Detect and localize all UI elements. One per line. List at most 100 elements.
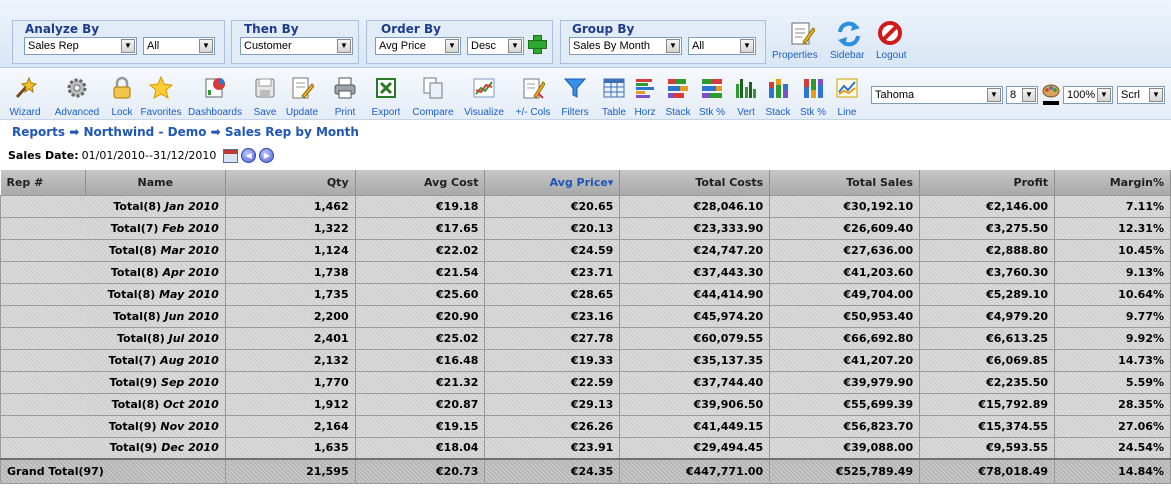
table-row[interactable]: Total(7) Aug 2010 2,132 €16.48 €19.33 €35,13… <box>0 348 1171 372</box>
grand-total-margin: 14.84% <box>1054 458 1171 484</box>
toolbar-button-stack[interactable]: Stack <box>661 76 695 118</box>
group-by-select[interactable]: Sales By Month ▼ <box>569 37 682 55</box>
then-by-select[interactable]: Customer ▼ <box>240 37 353 55</box>
stacked-bar-icon <box>668 79 688 98</box>
order-direction-select[interactable]: Desc ▼ <box>467 37 524 55</box>
cell-avg-price: €20.65 <box>484 194 621 218</box>
row-period-cell[interactable]: Total(8) Apr 2010 <box>0 260 226 284</box>
toolbar-button-update[interactable]: Update <box>282 76 322 118</box>
column-header[interactable]: Total Costs <box>619 170 771 195</box>
row-period-cell[interactable]: Total(8) May 2010 <box>0 282 226 306</box>
column-header[interactable]: Profit <box>919 170 1056 195</box>
row-total-count: Total(8) <box>113 199 162 213</box>
previous-period-icon[interactable]: ◀ <box>241 148 257 163</box>
toolbar-label: Stack <box>765 107 791 118</box>
column-header[interactable]: Name <box>85 170 226 195</box>
font-family-select[interactable]: Tahoma ▼ <box>871 86 1003 104</box>
cell-avg-cost: €18.04 <box>354 436 486 460</box>
breadcrumb-northwind-demo[interactable]: Northwind - Demo <box>83 125 206 139</box>
toolbar-button-horizontal[interactable]: Horz <box>629 76 661 118</box>
table-row[interactable]: Total(9) Sep 2010 1,770 €21.32 €22.59 €37,74… <box>0 370 1171 394</box>
table-row[interactable]: Total(8) Jan 2010 1,462 €19.18 €20.65 €28,04… <box>0 194 1171 218</box>
column-header[interactable]: Rep # <box>0 170 86 195</box>
properties-link[interactable]: Properties <box>772 50 818 61</box>
table-row[interactable]: Total(7) Feb 2010 1,322 €17.65 €20.13 €23,33… <box>0 216 1171 240</box>
table-row[interactable]: Total(8) Jun 2010 2,200 €20.90 €23.16 €45,97… <box>0 304 1171 328</box>
row-total-count: Total(8) <box>117 331 165 345</box>
column-header[interactable]: Avg Cost <box>355 170 486 195</box>
table-row[interactable]: Total(8) May 2010 1,735 €25.60 €28.65 €44,41… <box>0 282 1171 306</box>
cell-total-sales: €26,609.40 <box>769 216 921 240</box>
row-period-cell[interactable]: Total(7) Aug 2010 <box>0 348 226 372</box>
order-by-select[interactable]: Avg Price ▼ <box>375 37 461 55</box>
sidebar-link[interactable]: Sidebar <box>830 50 864 61</box>
save-icon <box>255 78 275 98</box>
cell-margin: 27.06% <box>1054 414 1171 438</box>
column-header[interactable]: Margin% <box>1054 170 1171 195</box>
cell-margin: 10.45% <box>1054 238 1171 262</box>
toolbar-button-advanced[interactable]: Advanced <box>52 76 102 118</box>
breadcrumb-reports[interactable]: Reports <box>12 125 65 139</box>
column-header[interactable]: Avg Price▾ <box>484 170 621 195</box>
breadcrumb-sales-rep-by-month[interactable]: Sales Rep by Month <box>225 125 359 139</box>
toolbar-button-dashboards[interactable]: Dashboards <box>186 76 244 118</box>
table-row[interactable]: Total(8) Oct 2010 1,912 €20.87 €29.13 €39,90… <box>0 392 1171 416</box>
row-period-cell[interactable]: Total(7) Feb 2010 <box>0 216 226 240</box>
analyze-by-select[interactable]: Sales Rep ▼ <box>24 37 137 55</box>
table-row[interactable]: Total(8) Apr 2010 1,738 €21.54 €23.71 €37,44… <box>0 260 1171 284</box>
toolbar-button-stack-column-percent[interactable]: Stk % <box>795 76 831 118</box>
toolbar-label: Wizard <box>9 107 41 118</box>
update-icon <box>292 77 314 99</box>
toolbar-button-compare[interactable]: Compare <box>408 76 458 118</box>
table-row[interactable]: Total(8) Jul 2010 2,401 €25.02 €27.78 €60,07… <box>0 326 1171 350</box>
logout-icon[interactable] <box>877 20 903 48</box>
zoom-select[interactable]: 100% ▼ <box>1063 86 1113 104</box>
toolbar-button-vertical[interactable]: Vert <box>731 76 761 118</box>
cell-avg-cost: €21.54 <box>354 260 486 284</box>
row-period-cell[interactable]: Total(9) Nov 2010 <box>0 414 226 438</box>
toolbar-button-stack-percent[interactable]: Stk % <box>695 76 729 118</box>
table-row[interactable]: Total(9) Dec 2010 1,635 €18.04 €23.91 €29,49… <box>0 436 1171 460</box>
add-order-plus-icon[interactable] <box>528 35 547 54</box>
row-period-cell[interactable]: Total(8) Mar 2010 <box>0 238 226 262</box>
analyze-by-filter-select[interactable]: All ▼ <box>143 37 215 55</box>
scroll-mode-select[interactable]: Scrl ▼ <box>1117 86 1165 104</box>
next-period-icon[interactable]: ▶ <box>259 148 275 163</box>
cell-qty: 1,124 <box>224 238 356 262</box>
toolbar-button-stack-column[interactable]: Stack <box>761 76 795 118</box>
toolbar-button-lock[interactable]: Lock <box>109 76 135 118</box>
chevron-down-icon: ▼ <box>740 39 754 53</box>
row-period-cell[interactable]: Total(8) Jul 2010 <box>0 326 226 350</box>
sidebar-refresh-icon[interactable] <box>836 20 862 48</box>
toolbar-button-filters[interactable]: Filters <box>557 76 593 118</box>
row-period-cell[interactable]: Total(9) Dec 2010 <box>0 436 226 460</box>
column-header[interactable]: Total Sales <box>769 170 921 195</box>
toolbar-button-columns[interactable]: +/- Cols <box>509 76 557 118</box>
row-period-cell[interactable]: Total(8) Oct 2010 <box>0 392 226 416</box>
font-size-select[interactable]: 8 ▼ <box>1006 86 1038 104</box>
group-by-filter-select[interactable]: All ▼ <box>688 37 756 55</box>
row-period: Feb 2010 <box>162 221 219 235</box>
table-row[interactable]: Total(9) Nov 2010 2,164 €19.15 €26.26 €41,44… <box>0 414 1171 438</box>
column-header[interactable]: Qty <box>225 170 356 195</box>
toolbar-button-save[interactable]: Save <box>248 76 282 118</box>
toolbar-button-favorites[interactable]: Favorites <box>139 76 183 118</box>
cell-total-costs: €39,906.50 <box>619 392 771 416</box>
cell-profit: €3,760.30 <box>919 260 1056 284</box>
toolbar-button-export[interactable]: Export <box>366 76 406 118</box>
row-period-cell[interactable]: Total(9) Sep 2010 <box>0 370 226 394</box>
color-palette-icon[interactable] <box>1041 82 1061 106</box>
table-row[interactable]: Total(8) Mar 2010 1,124 €22.02 €24.59 €24,74… <box>0 238 1171 262</box>
toolbar-button-table[interactable]: Table <box>599 76 629 118</box>
properties-icon[interactable] <box>789 20 815 48</box>
row-period-cell[interactable]: Total(8) Jun 2010 <box>0 304 226 328</box>
toolbar-button-print[interactable]: Print <box>324 76 366 118</box>
toolbar-button-visualize[interactable]: Visualize <box>459 76 509 118</box>
calendar-icon[interactable] <box>223 148 239 163</box>
cell-total-sales: €50,953.40 <box>769 304 921 328</box>
logout-link[interactable]: Logout <box>876 50 907 61</box>
toolbar-button-wizard[interactable]: Wizard <box>8 76 42 118</box>
toolbar-button-line[interactable]: Line <box>831 76 863 118</box>
row-period-cell[interactable]: Total(8) Jan 2010 <box>0 194 226 218</box>
chevron-down-icon: ▼ <box>666 39 680 53</box>
